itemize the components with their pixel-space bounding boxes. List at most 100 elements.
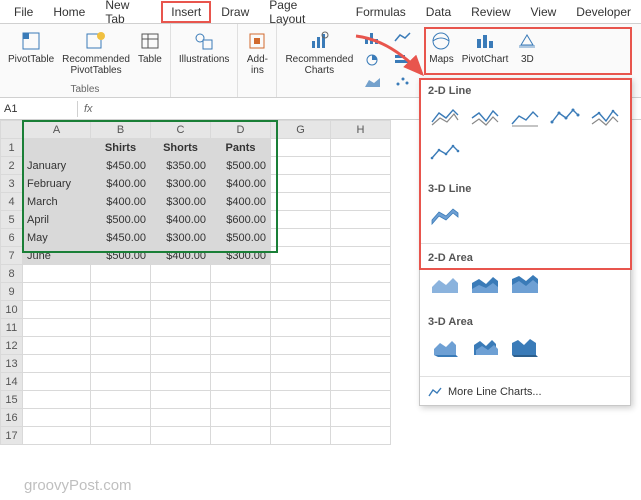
insert-bar-chart-button[interactable] [389,50,417,70]
cell-H8[interactable] [331,265,391,283]
cell-H6[interactable] [331,229,391,247]
row-header-5[interactable]: 5 [1,211,23,229]
cell-C13[interactable] [151,355,211,373]
chart-3d-area-3[interactable] [508,334,542,362]
chart-2d-line-5[interactable] [588,103,622,131]
chart-2d-line-6[interactable] [428,137,462,165]
cell-H2[interactable] [331,157,391,175]
cell-B14[interactable] [91,373,151,391]
cell-A1[interactable] [23,139,91,157]
chart-2d-line-2[interactable] [468,103,502,131]
cell-B6[interactable]: $450.00 [91,229,151,247]
row-header-13[interactable]: 13 [1,355,23,373]
insert-area-chart-button[interactable] [359,72,387,92]
table-button[interactable]: Table [136,28,164,67]
insert-scatter-chart-button[interactable] [389,72,417,92]
cell-A4[interactable]: March [23,193,91,211]
cell-B16[interactable] [91,409,151,427]
cell-A10[interactable] [23,301,91,319]
cell-C16[interactable] [151,409,211,427]
row-header-6[interactable]: 6 [1,229,23,247]
insert-line-chart-button[interactable] [389,28,417,48]
row-header-17[interactable]: 17 [1,427,23,445]
cell-B3[interactable]: $400.00 [91,175,151,193]
cell-A7[interactable]: June [23,247,91,265]
cell-B10[interactable] [91,301,151,319]
pivotchart-button[interactable]: PivotChart [460,28,511,67]
cell-H12[interactable] [331,337,391,355]
cell-C17[interactable] [151,427,211,445]
row-header-14[interactable]: 14 [1,373,23,391]
tab-draw[interactable]: Draw [211,1,259,23]
cell-G16[interactable] [271,409,331,427]
row-header-11[interactable]: 11 [1,319,23,337]
cell-A3[interactable]: February [23,175,91,193]
chart-2d-line-1[interactable] [428,103,462,131]
cell-A9[interactable] [23,283,91,301]
row-header-8[interactable]: 8 [1,265,23,283]
cell-H5[interactable] [331,211,391,229]
cell-G2[interactable] [271,157,331,175]
cell-D17[interactable] [211,427,271,445]
tab-formulas[interactable]: Formulas [346,1,416,23]
cell-A14[interactable] [23,373,91,391]
addins-button[interactable]: Add- ins [244,28,270,78]
select-all-cell[interactable] [1,121,23,139]
cell-B11[interactable] [91,319,151,337]
cell-C4[interactable]: $300.00 [151,193,211,211]
cell-H17[interactable] [331,427,391,445]
row-header-9[interactable]: 9 [1,283,23,301]
cell-G15[interactable] [271,391,331,409]
cell-A17[interactable] [23,427,91,445]
cell-D13[interactable] [211,355,271,373]
chart-3d-line-1[interactable] [428,201,462,229]
cell-C9[interactable] [151,283,211,301]
cell-D5[interactable]: $600.00 [211,211,271,229]
cell-B2[interactable]: $450.00 [91,157,151,175]
chart-2d-area-3[interactable] [508,270,542,298]
cell-B17[interactable] [91,427,151,445]
cell-H7[interactable] [331,247,391,265]
cell-C15[interactable] [151,391,211,409]
cell-G9[interactable] [271,283,331,301]
cell-H1[interactable] [331,139,391,157]
cell-C6[interactable]: $300.00 [151,229,211,247]
row-header-3[interactable]: 3 [1,175,23,193]
chart-3d-area-1[interactable] [428,334,462,362]
col-header-C[interactable]: C [151,121,211,139]
col-header-B[interactable]: B [91,121,151,139]
cell-C5[interactable]: $400.00 [151,211,211,229]
chart-2d-line-4[interactable] [548,103,582,131]
cell-G10[interactable] [271,301,331,319]
cell-D11[interactable] [211,319,271,337]
row-header-12[interactable]: 12 [1,337,23,355]
cell-G5[interactable] [271,211,331,229]
cell-B15[interactable] [91,391,151,409]
row-header-1[interactable]: 1 [1,139,23,157]
cell-H9[interactable] [331,283,391,301]
cell-A13[interactable] [23,355,91,373]
tab-view[interactable]: View [521,1,567,23]
cell-H10[interactable] [331,301,391,319]
cell-H16[interactable] [331,409,391,427]
cell-D7[interactable]: $300.00 [211,247,271,265]
cell-B12[interactable] [91,337,151,355]
maps-button[interactable]: Maps [427,28,455,67]
cell-B1[interactable]: Shirts [91,139,151,157]
cell-C8[interactable] [151,265,211,283]
row-header-15[interactable]: 15 [1,391,23,409]
cell-A16[interactable] [23,409,91,427]
fx-icon[interactable]: fx [78,103,99,115]
cell-A11[interactable] [23,319,91,337]
cell-D1[interactable]: Pants [211,139,271,157]
cell-D12[interactable] [211,337,271,355]
cell-C1[interactable]: Shorts [151,139,211,157]
cell-A2[interactable]: January [23,157,91,175]
tab-file[interactable]: File [4,1,43,23]
cell-D6[interactable]: $500.00 [211,229,271,247]
cell-H15[interactable] [331,391,391,409]
cell-C10[interactable] [151,301,211,319]
cell-A6[interactable]: May [23,229,91,247]
row-header-2[interactable]: 2 [1,157,23,175]
cell-B13[interactable] [91,355,151,373]
